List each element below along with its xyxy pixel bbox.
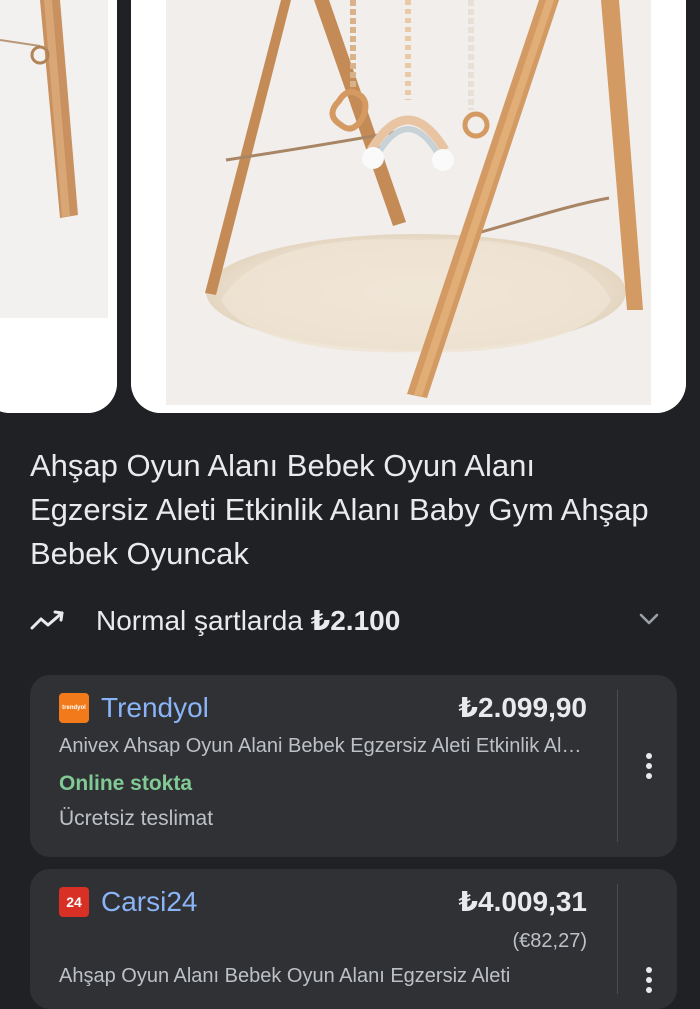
offer-card-carsi24[interactable]: 24 Carsi24 ₺4.009,31 (€82,27) Ahşap Oyun… [30,869,677,1009]
store-row[interactable]: 24 Carsi24 [59,885,197,919]
shipping-info: Ücretsiz teslimat [59,807,214,830]
offer-price-eur: (€82,27) [512,930,588,952]
offer-price: ₺4.009,31 [458,886,587,917]
price-trend-icon [30,610,64,630]
more-options-icon[interactable] [637,751,661,781]
more-options-icon[interactable] [637,965,661,995]
offer-description: Anivex Ahsap Oyun Alani Bebek Egzersiz A… [59,735,589,757]
divider [617,884,618,994]
typical-price-row[interactable]: Normal şartlarda ₺2.100 [30,598,670,642]
divider [617,690,618,842]
store-row[interactable]: trendyol Trendyol [59,691,209,725]
offer-price: ₺2.099,90 [458,692,587,723]
stock-status: Online stokta [59,772,193,795]
product-image-main[interactable] [131,0,686,413]
offer-description: Ahşap Oyun Alanı Bebek Oyun Alanı Egzers… [59,965,511,987]
product-image-left[interactable] [0,0,117,413]
store-name[interactable]: Carsi24 [101,886,197,918]
product-title: Ahşap Oyun Alanı Bebek Oyun Alanı Egzers… [30,448,649,571]
trendyol-logo-icon: trendyol [59,693,89,723]
offer-card-trendyol[interactable]: trendyol Trendyol ₺2.099,90 Anivex Ahsap… [30,675,677,857]
store-name[interactable]: Trendyol [101,692,209,724]
carsi24-logo-icon: 24 [59,887,89,917]
typical-price-value: ₺2.100 [310,604,401,636]
chevron-down-icon[interactable] [636,606,662,632]
typical-price-text: Normal şartlarda ₺2.100 [96,604,401,636]
